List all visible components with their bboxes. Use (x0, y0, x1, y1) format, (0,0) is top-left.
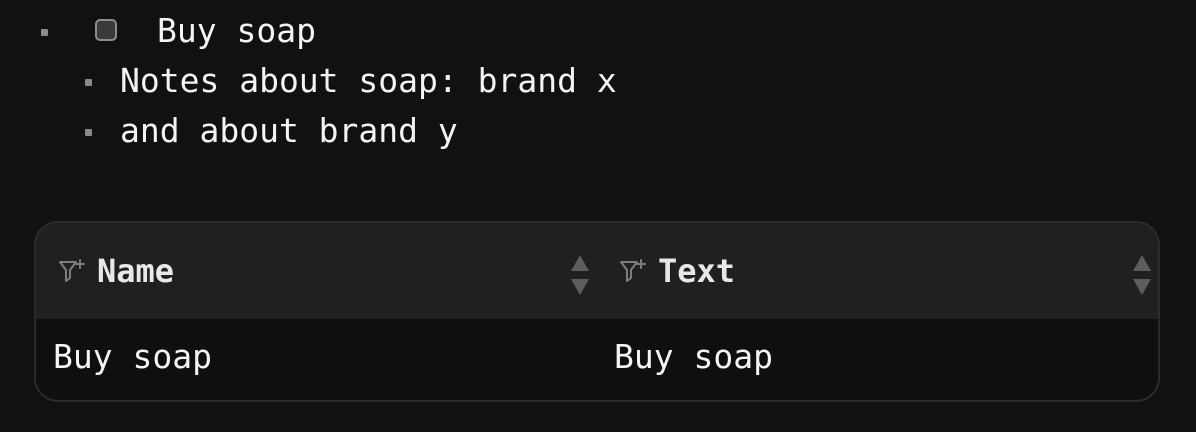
query-table: Name Text Buy soap Buy soap (34, 221, 1160, 402)
cell-text[interactable]: Buy soap (614, 337, 773, 377)
filter-add-icon[interactable] (619, 258, 649, 286)
table-cell-name[interactable]: Buy soap (36, 319, 598, 400)
table-header: Name Text (36, 223, 1158, 319)
table-cell-text[interactable]: Buy soap (598, 319, 1158, 400)
column-header-name[interactable]: Name (36, 223, 598, 319)
column-header-text[interactable]: Text (598, 223, 1158, 319)
sort-updown-icon[interactable] (569, 253, 591, 297)
block-bullet[interactable] (85, 129, 92, 136)
todo-label[interactable]: Buy soap (157, 11, 316, 51)
block-bullet[interactable] (41, 29, 48, 36)
filter-add-icon[interactable] (58, 258, 88, 286)
todo-checkbox[interactable] (95, 19, 117, 41)
table-row[interactable]: Buy soap Buy soap (36, 319, 1158, 400)
cell-text[interactable]: Buy soap (53, 337, 212, 377)
sort-updown-icon[interactable] (1131, 253, 1153, 297)
column-header-label: Text (658, 252, 736, 290)
block-bullet[interactable] (85, 79, 92, 86)
block-text[interactable]: Notes about soap: brand x (120, 61, 617, 101)
block-text[interactable]: and about brand y (120, 111, 458, 151)
column-header-label: Name (97, 252, 175, 290)
